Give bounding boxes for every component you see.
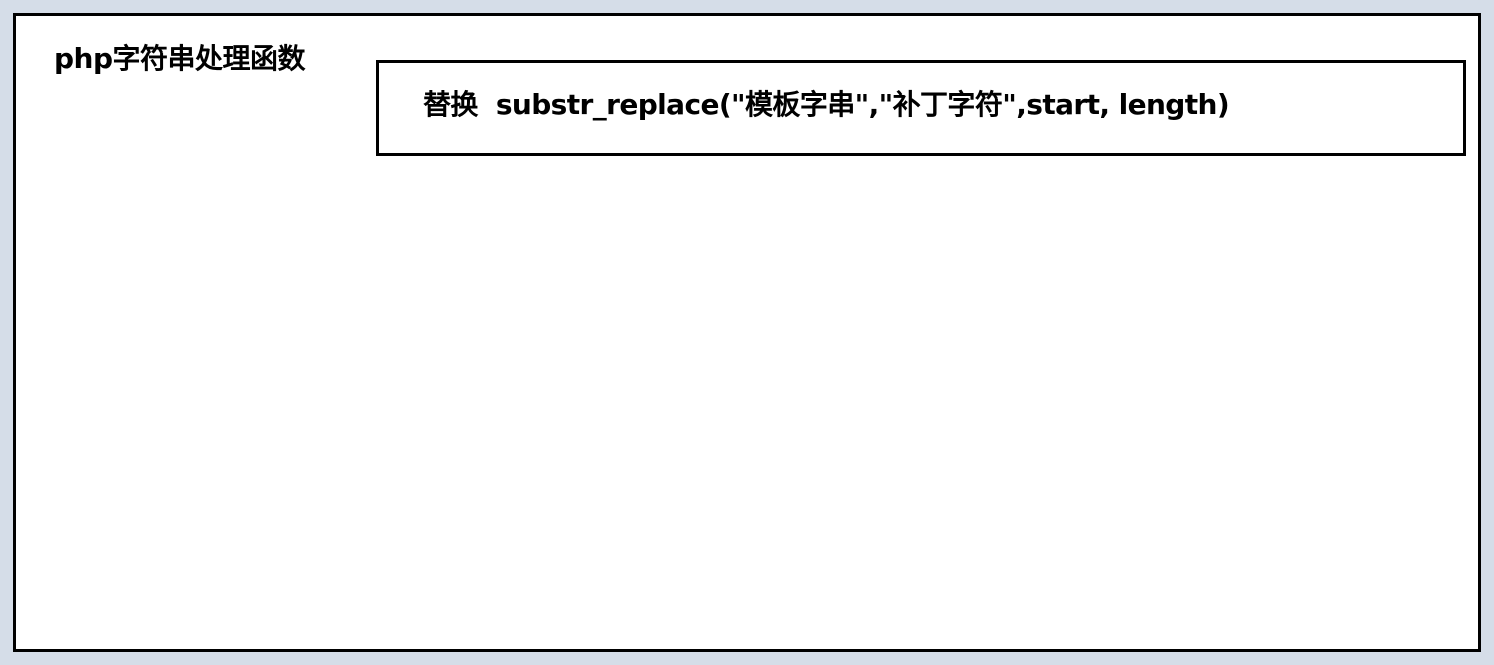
node-code: substr_replace("模板字串","补丁字符",start, leng… bbox=[495, 88, 1230, 121]
diagram-canvas: php字符串处理函数 替换 substr_replace("模板字串","补丁字符… bbox=[13, 13, 1481, 652]
node-label: 替换 bbox=[423, 88, 478, 121]
diagram-title: php字符串处理函数 bbox=[54, 42, 306, 75]
function-node-box: 替换 substr_replace("模板字串","补丁字符",start, le… bbox=[376, 60, 1466, 156]
function-node-text: 替换 substr_replace("模板字串","补丁字符",start, le… bbox=[423, 83, 1230, 123]
